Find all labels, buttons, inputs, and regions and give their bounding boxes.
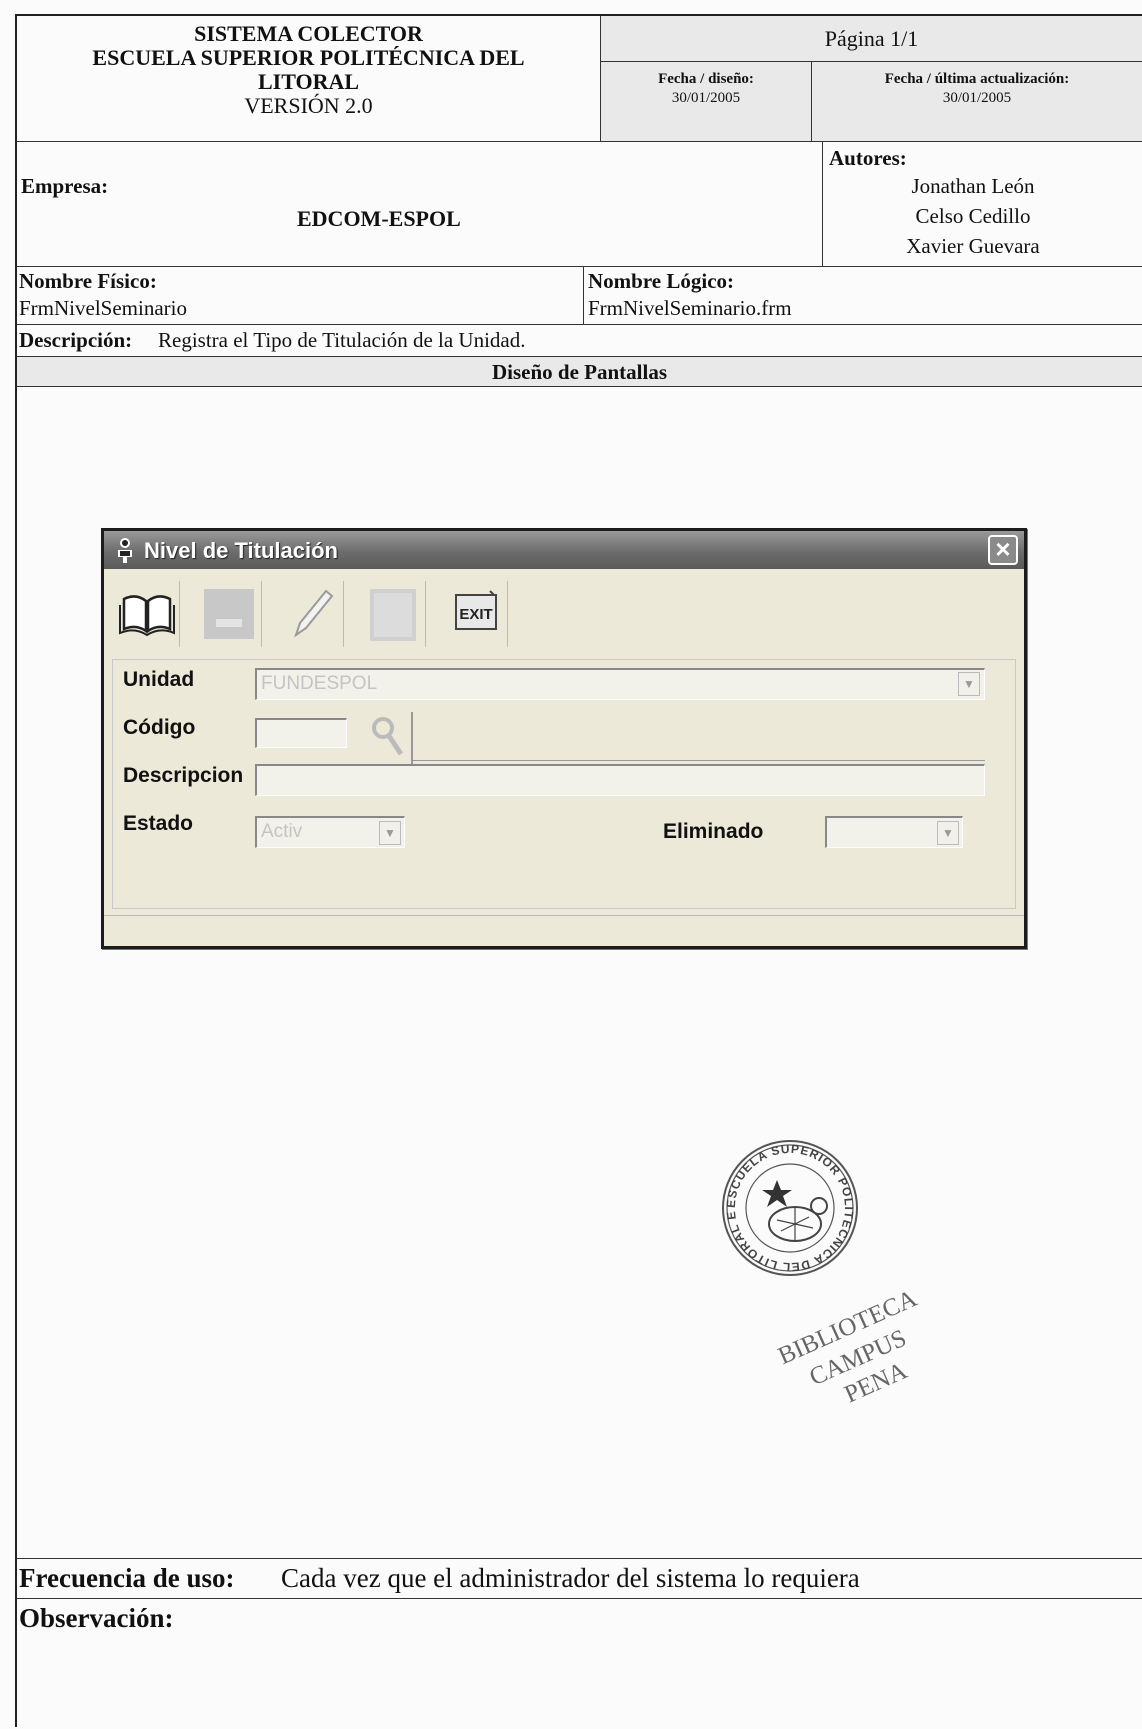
app-window: Nivel de Titulación × EXIT Unidad FUNDES… [101, 528, 1027, 949]
window-toolbar: EXIT [114, 581, 584, 647]
update-date-value: 30/01/2005 [942, 90, 1012, 106]
description-label: Descripción: [19, 328, 133, 352]
description-row: Descripción: Registra el Tipo de Titulac… [17, 325, 1142, 357]
codigo-underline [413, 760, 985, 761]
author-2: Celso Cedillo [915, 204, 1031, 228]
edit-icon [294, 589, 334, 638]
window-titlebar[interactable]: Nivel de Titulación × [104, 531, 1024, 569]
design-date-value: 30/01/2005 [671, 90, 741, 106]
frequency-label: Frecuencia de uso: [19, 1563, 235, 1593]
estado-label: Estado [123, 812, 194, 835]
observation-row: Observación: [17, 1599, 1142, 1729]
page-number: Página 1/1 [601, 16, 1142, 62]
physical-name-label: Nombre Físico: [19, 269, 157, 293]
delete-icon [370, 589, 416, 641]
observation-label: Observación: [19, 1603, 174, 1633]
codigo-label: Código [123, 716, 196, 739]
edit-button[interactable] [278, 581, 344, 647]
company-label: Empresa: [21, 174, 109, 198]
authors-cell: Autores: Jonathan León Celso Cedillo Xav… [822, 142, 1142, 266]
update-date-cell: Fecha / última actualización: 30/01/2005 [811, 62, 1142, 141]
logical-name-cell: Nombre Lógico: FrmNivelSeminario.frm [583, 267, 1142, 324]
description-value: Registra el Tipo de Titulación de la Uni… [158, 328, 526, 352]
system-title-line2: ESCUELA SUPERIOR POLITÉCNICA DEL [92, 45, 525, 70]
window-title: Nivel de Titulación [144, 538, 338, 563]
frequency-value: Cada vez que el administrador del sistem… [281, 1563, 860, 1593]
exit-label: EXIT [459, 606, 492, 623]
status-bar [104, 915, 1024, 946]
close-icon: × [995, 534, 1011, 564]
close-button[interactable]: × [988, 535, 1018, 565]
version-label: VERSIÓN 2.0 [244, 93, 373, 118]
book-icon [119, 595, 175, 637]
design-date-cell: Fecha / diseño: 30/01/2005 [601, 62, 811, 141]
company-value: EDCOM-ESPOL [297, 206, 461, 231]
physical-name-cell: Nombre Físico: FrmNivelSeminario [17, 267, 583, 324]
delete-button[interactable] [360, 581, 426, 647]
form-panel: Unidad FUNDESPOL ▼ Código Descripcion Es… [112, 659, 1016, 909]
design-date-label: Fecha / diseño: [658, 71, 754, 87]
save-button[interactable] [196, 581, 262, 647]
authors-label: Autores: [829, 146, 907, 170]
system-title-line3: LITORAL [257, 69, 360, 94]
descripcion-input[interactable] [255, 764, 985, 796]
section-title-row: Diseño de Pantallas [17, 357, 1142, 387]
search-button[interactable] [365, 712, 413, 764]
logical-name-label: Nombre Lógico: [588, 269, 735, 293]
exit-button[interactable]: EXIT [442, 581, 508, 647]
library-stamp: ESCUELA SUPERIOR POLITECNICA DEL LITORAL… [710, 1117, 965, 1428]
unidad-select[interactable]: FUNDESPOL [255, 668, 985, 700]
exit-icon: EXIT [455, 590, 497, 630]
unidad-dropdown-button[interactable]: ▼ [958, 672, 980, 696]
open-book-button[interactable] [114, 581, 180, 647]
frequency-row: Frecuencia de uso: Cada vez que el admin… [17, 1559, 1142, 1599]
system-title-line1: SISTEMA COLECTOR [194, 21, 423, 46]
estado-dropdown-button[interactable]: ▼ [379, 821, 401, 845]
person-icon [118, 538, 132, 563]
unidad-label: Unidad [123, 668, 195, 691]
logical-name-value: FrmNivelSeminario.frm [588, 296, 792, 320]
save-icon [204, 589, 254, 639]
eliminado-dropdown-button[interactable]: ▼ [937, 821, 959, 845]
update-date-label: Fecha / última actualización: [884, 71, 1070, 87]
header-meta: Página 1/1 Fecha / diseño: 30/01/2005 Fe… [600, 16, 1142, 141]
physical-name-value: FrmNivelSeminario [19, 296, 187, 320]
author-1: Jonathan León [911, 174, 1035, 198]
section-title: Diseño de Pantallas [491, 360, 667, 384]
header-row: SISTEMA COLECTOR ESCUELA SUPERIOR POLITÉ… [17, 16, 1142, 142]
library-seal: ESCUELA SUPERIOR POLITECNICA DEL LITORAL… [710, 1117, 921, 1408]
eliminado-label: Eliminado [663, 820, 764, 843]
system-title: SISTEMA COLECTOR ESCUELA SUPERIOR POLITÉ… [17, 16, 600, 141]
company-row: Empresa: EDCOM-ESPOL Autores: Jonathan L… [17, 142, 1142, 267]
codigo-input[interactable] [255, 718, 347, 748]
names-row: Nombre Físico: FrmNivelSeminario Nombre … [17, 267, 1142, 325]
search-icon [372, 717, 404, 756]
descripcion-label: Descripcion [123, 764, 244, 787]
company-cell: Empresa: EDCOM-ESPOL [17, 142, 822, 266]
author-3: Xavier Guevara [906, 234, 1040, 258]
